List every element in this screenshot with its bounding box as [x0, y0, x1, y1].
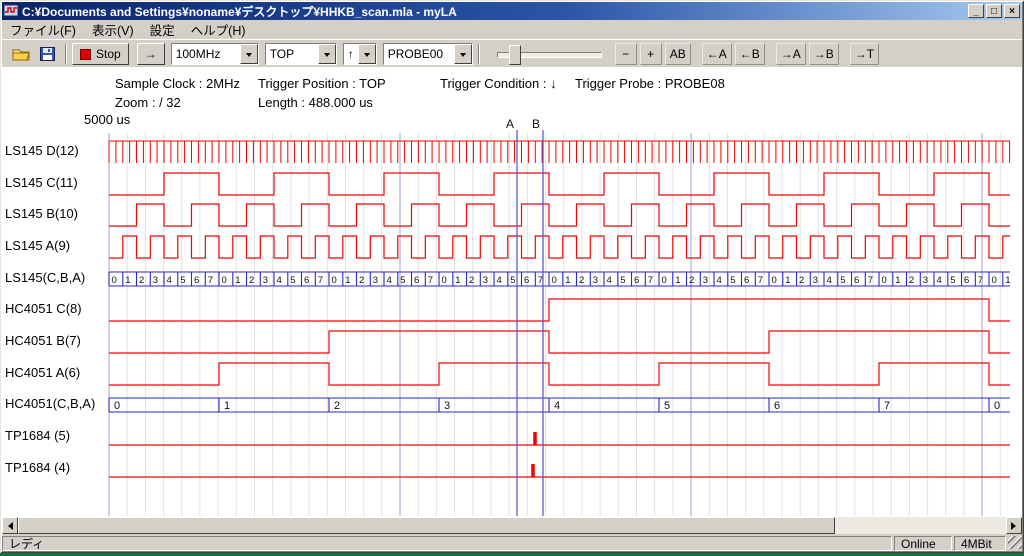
scrollbar-track[interactable] [18, 517, 1006, 534]
chevron-down-icon [460, 53, 466, 60]
sample-clock-dropdown-button[interactable] [240, 44, 258, 64]
trigger-edge-value: ↑ [344, 47, 358, 61]
trigger-probe-select[interactable]: PROBE00 [383, 43, 473, 65]
run-button[interactable]: → [137, 43, 165, 65]
scroll-right-button[interactable] [1006, 517, 1022, 534]
resize-grip[interactable] [1008, 536, 1022, 549]
minimize-button[interactable]: _ [968, 4, 984, 18]
set-cursor-a-button[interactable]: →A [776, 43, 806, 65]
menu-file[interactable]: ファイル(F) [2, 18, 84, 41]
trigger-position-dropdown-button[interactable] [318, 44, 336, 64]
status-memory-badge: 4MBit [954, 536, 1006, 551]
window-title: C:¥Documents and Settings¥noname¥デスクトップ¥… [22, 3, 966, 20]
maximize-button[interactable]: □ [986, 4, 1002, 18]
stop-button[interactable]: Stop [72, 43, 129, 65]
open-folder-icon [12, 47, 30, 61]
status-online-badge: Online [894, 536, 952, 551]
menubar: ファイル(F) 表示(V) 設定 ヘルプ(H) [2, 20, 1022, 39]
status-ready: レディ [2, 536, 892, 551]
goto-trigger-button[interactable]: →T [850, 43, 879, 65]
chevron-down-icon [364, 53, 370, 60]
trigger-edge-dropdown-button[interactable] [358, 44, 376, 64]
set-cursor-b-button[interactable]: →B [809, 43, 839, 65]
app-icon [4, 4, 18, 18]
zoom-slider-thumb[interactable] [509, 45, 521, 65]
toolbar-separator [478, 44, 480, 64]
app-window: C:¥Documents and Settings¥noname¥デスクトップ¥… [0, 0, 1024, 553]
arrow-left-icon [4, 522, 13, 530]
toolbar: Stop → 100MHz TOP ↑ PROBE00 − + AB ←A [2, 39, 1022, 68]
open-button[interactable] [8, 43, 34, 65]
horizontal-scrollbar[interactable] [2, 517, 1022, 534]
sample-clock-value: 100MHz [172, 47, 240, 61]
trigger-probe-value: PROBE00 [384, 47, 454, 61]
menu-settings[interactable]: 設定 [142, 18, 183, 41]
menu-help[interactable]: ヘルプ(H) [183, 18, 254, 41]
trigger-position-value: TOP [266, 47, 318, 61]
menu-view[interactable]: 表示(V) [84, 18, 142, 41]
zoom-in-button[interactable]: + [640, 43, 662, 65]
scrollbar-thumb[interactable] [18, 517, 835, 534]
sample-clock-select[interactable]: 100MHz [171, 43, 259, 65]
ab-range-button[interactable]: AB [665, 43, 691, 65]
zoom-slider[interactable] [497, 43, 602, 65]
stop-label: Stop [96, 47, 121, 61]
arrow-right-icon [1011, 522, 1020, 530]
goto-cursor-a-button[interactable]: ←A [702, 43, 732, 65]
scroll-left-button[interactable] [2, 517, 18, 534]
chevron-down-icon [324, 53, 330, 60]
save-floppy-icon [40, 47, 55, 61]
zoom-out-button[interactable]: − [615, 43, 637, 65]
waveform-area [2, 67, 1022, 517]
chevron-down-icon [246, 53, 252, 60]
toolbar-separator [65, 44, 67, 64]
close-button[interactable]: × [1004, 4, 1020, 18]
save-button[interactable] [34, 43, 60, 65]
trigger-edge-select[interactable]: ↑ [343, 43, 377, 65]
trigger-probe-dropdown-button[interactable] [454, 44, 472, 64]
trigger-position-select[interactable]: TOP [265, 43, 337, 65]
goto-cursor-b-button[interactable]: ←B [735, 43, 765, 65]
stop-icon [80, 49, 91, 60]
statusbar: レディ Online 4MBit [2, 534, 1022, 551]
